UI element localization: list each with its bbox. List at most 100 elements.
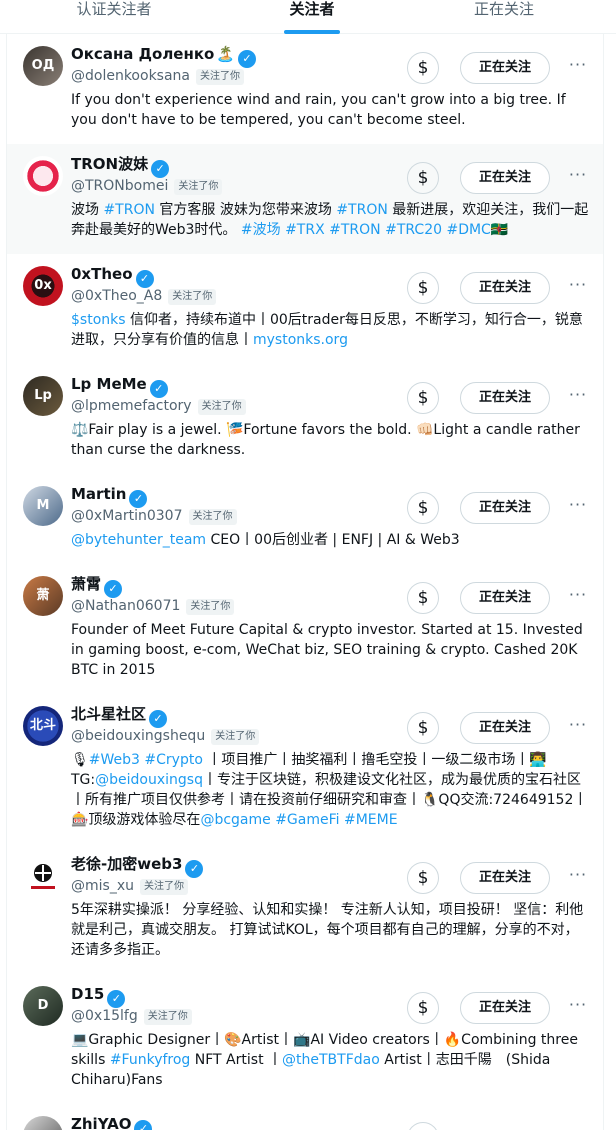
display-name[interactable]: 萧霄 ✓ (71, 574, 123, 598)
handle[interactable]: @lpmemefactory (71, 398, 192, 414)
tip-dollar-icon[interactable]: $ (407, 272, 439, 304)
more-options-icon[interactable]: ··· (563, 714, 593, 740)
following-button[interactable]: 正在关注 (460, 272, 550, 304)
follows-you-badge: 关注了你 (174, 179, 223, 195)
bio-link[interactable]: #Funkyfrog (110, 1052, 191, 1068)
handle-line: @0x15lfg 关注了你 (71, 1006, 192, 1026)
more-options-icon[interactable]: ··· (563, 494, 593, 520)
bio-link[interactable]: #Crypto (144, 752, 203, 768)
more-options-icon[interactable]: ··· (563, 274, 593, 300)
user-cell[interactable]: 0x 0xTheo ✓ @0xTheo_A8 关注了你 $ 正在关注 ··· $stonks 信… (7, 254, 603, 364)
avatar[interactable] (23, 156, 63, 196)
bio-link[interactable]: #GameFi (275, 812, 339, 828)
tip-dollar-icon[interactable]: $ (407, 992, 439, 1024)
avatar[interactable]: M (23, 486, 63, 526)
bio-text: @bytehunter_team CEO丨00后创业者 | ENFJ | AI … (71, 530, 591, 550)
bio-link[interactable]: #TRON (329, 222, 381, 238)
follows-you-badge: 关注了你 (186, 599, 235, 615)
tab-followers[interactable]: 关注者 (228, 0, 396, 34)
bio-link[interactable]: $stonks (71, 312, 126, 328)
display-name[interactable]: TRON波妹 ✓ (71, 154, 170, 178)
display-name[interactable]: 老徐-加密web3 ✓ (71, 854, 204, 878)
display-name-text: 0xTheo (71, 265, 133, 283)
tip-dollar-icon[interactable]: $ (407, 712, 439, 744)
more-options-icon[interactable]: ··· (563, 864, 593, 890)
handle[interactable]: @0xTheo_A8 (71, 288, 162, 304)
following-button[interactable]: 正在关注 (460, 382, 550, 414)
handle[interactable]: @beidouxingshequ (71, 728, 205, 744)
handle[interactable]: @0x15lfg (71, 1008, 138, 1024)
display-name[interactable]: 北斗星社区 ✓ (71, 704, 168, 728)
user-cell[interactable]: 萧 萧霄 ✓ @Nathan06071 关注了你 $ 正在关注 ··· Founder of M… (7, 564, 603, 694)
bio-text: 🎙#Web3 #Crypto 丨项目推广丨抽奖福利丨撸毛空投丨一级二级市场丨👨‍… (71, 750, 591, 830)
bio-link[interactable]: #DMC (446, 222, 490, 238)
handle[interactable]: @dolenkooksana (71, 68, 190, 84)
user-cell[interactable]: TRON波妹 ✓ @TRONbomei 关注了你 $ 正在关注 ··· 波场 #TRON 官方… (7, 144, 603, 254)
tab-following[interactable]: 正在关注 (396, 0, 612, 34)
avatar[interactable]: Lp (23, 376, 63, 416)
following-button[interactable]: 正在关注 (460, 992, 550, 1024)
avatar[interactable]: D (23, 986, 63, 1026)
tip-dollar-icon[interactable]: $ (407, 1122, 439, 1130)
tip-dollar-icon[interactable]: $ (407, 382, 439, 414)
bio-segment: 波场 (71, 202, 104, 218)
bio-link[interactable]: #波场 (241, 222, 281, 238)
user-cell[interactable]: ОД Оксана Доленко 🏝️ ✓ @dolenkooksana 关注了你 $ 正在… (7, 34, 603, 144)
user-cell[interactable]: 老徐-加密web3 ✓ @mis_xu 关注了你 $ 正在关注 ··· 5年深耕实操派！ 分享… (7, 844, 603, 974)
following-button[interactable]: 正在关注 (460, 582, 550, 614)
more-options-icon[interactable]: ··· (563, 994, 593, 1020)
avatar[interactable]: 北斗 (23, 706, 63, 746)
following-button[interactable]: 正在关注 (460, 52, 550, 84)
tip-dollar-icon[interactable]: $ (407, 582, 439, 614)
user-cell[interactable]: Lp Lp MeMe ✓ @lpmemefactory 关注了你 $ 正在关注 ··· ⚖️Fa… (7, 364, 603, 474)
avatar[interactable]: 0x (23, 266, 63, 306)
more-options-icon[interactable]: ··· (563, 584, 593, 610)
handle[interactable]: @mis_xu (71, 878, 134, 894)
bio-text: 波场 #TRON 官方客服 波妹为您带来波场 #TRON 最新进展，欢迎关注，我… (71, 200, 591, 240)
bio-link[interactable]: #MEME (344, 812, 398, 828)
avatar[interactable] (23, 856, 63, 896)
bio-link[interactable]: #TRON (103, 202, 155, 218)
more-options-icon[interactable]: ··· (563, 164, 593, 190)
bio-link[interactable]: @bytehunter_team (71, 532, 206, 548)
user-cell[interactable]: D D15 ✓ @0x15lfg 关注了你 $ 正在关注 ··· 💻Graphic Design… (7, 974, 603, 1104)
tip-dollar-icon[interactable]: $ (407, 52, 439, 84)
display-name[interactable]: ZhiYAO ✓ (71, 1114, 153, 1130)
bio-text: If you don't experience wind and rain, y… (71, 90, 591, 130)
tip-dollar-icon[interactable]: $ (407, 862, 439, 894)
bio-link[interactable]: #TRX (285, 222, 325, 238)
tab-verified-followers[interactable]: 认证关注者 (0, 0, 228, 34)
more-options-icon[interactable]: ··· (563, 384, 593, 410)
user-cell[interactable]: ZhiYAO✓ $ (7, 1104, 603, 1130)
handle[interactable]: @TRONbomei (71, 178, 168, 194)
bio-link[interactable]: @bcgame (200, 812, 270, 828)
avatar[interactable] (23, 1116, 63, 1130)
handle[interactable]: @0xMartin0307 (71, 508, 183, 524)
bio-link[interactable]: #TRON (336, 202, 388, 218)
following-button[interactable]: 正在关注 (460, 162, 550, 194)
display-name-text: ZhiYAO (71, 1115, 132, 1130)
following-button[interactable]: 正在关注 (460, 492, 550, 524)
user-cell[interactable]: M Martin ✓ @0xMartin0307 关注了你 $ 正在关注 ··· @bytehu… (7, 474, 603, 564)
avatar[interactable]: 萧 (23, 576, 63, 616)
following-button[interactable]: 正在关注 (460, 712, 550, 744)
handle[interactable]: @Nathan06071 (71, 598, 180, 614)
display-name[interactable]: Lp MeMe ✓ (71, 374, 168, 398)
display-name[interactable]: 0xTheo ✓ (71, 264, 154, 288)
bio-link[interactable]: mystonks.org (253, 332, 348, 348)
display-name[interactable]: Оксана Доленко 🏝️ ✓ (71, 44, 257, 68)
display-name[interactable]: Martin ✓ (71, 484, 148, 508)
tip-dollar-icon[interactable]: $ (407, 162, 439, 194)
following-button[interactable]: 正在关注 (460, 862, 550, 894)
display-name[interactable]: D15 ✓ (71, 984, 126, 1008)
bio-link[interactable]: @theTBTFdao (282, 1052, 380, 1068)
more-options-icon[interactable]: ··· (563, 54, 593, 80)
bio-link[interactable]: #Web3 (89, 752, 140, 768)
bio-link[interactable]: @beidouxingsq (95, 772, 203, 788)
tip-dollar-icon[interactable]: $ (407, 492, 439, 524)
user-cell[interactable]: 北斗 北斗星社区 ✓ @beidouxingshequ 关注了你 $ 正在关注 ··· 🎙#We… (7, 694, 603, 844)
avatar[interactable]: ОД (23, 46, 63, 86)
bio-link[interactable]: #TRC20 (385, 222, 442, 238)
handle-line: @0xMartin0307 关注了你 (71, 506, 237, 526)
display-name-text: Оксана Доленко (71, 45, 215, 63)
